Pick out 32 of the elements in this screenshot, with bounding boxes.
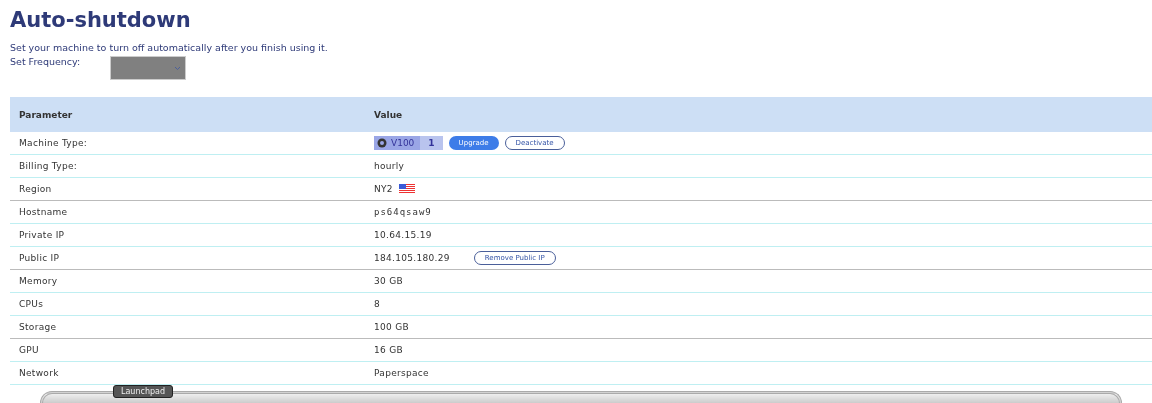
value-text: Paperspace [373, 368, 429, 378]
parameter-cell-text: Region [18, 184, 52, 194]
dock-tooltip: Launchpad [113, 385, 174, 398]
value-text: 10.64.15.19 [373, 230, 432, 240]
description-text: Set your machine to turn off automatically after you finish using it. [10, 42, 328, 53]
chevron-down-icon [174, 65, 182, 71]
flag-icon [398, 184, 415, 194]
parameter-cell-text: Billing Type: [18, 161, 78, 171]
parameter-cell-text: Memory [18, 276, 58, 286]
parameter-cell-text: Network [18, 368, 59, 378]
value-text: 16 GB [373, 345, 403, 355]
machine-count: 1 [427, 138, 436, 148]
parameter-cell-text: Machine Type: [18, 138, 88, 148]
machine-name: V100 [391, 138, 415, 148]
parameter-cell-text: Private IP [18, 230, 65, 240]
page-title: Auto-shutdown [10, 8, 191, 32]
parameter-cell-text: Storage [18, 322, 57, 332]
column-header: Parameter [18, 109, 73, 120]
parameter-cell-text: Public IP [18, 253, 60, 263]
value-text: NY2 [374, 184, 393, 194]
value-text: ps64qsaw9 [373, 207, 432, 217]
value-text: 30 GB [373, 276, 403, 286]
column-header: Value [373, 109, 403, 120]
value-text: 100 GB [373, 322, 409, 332]
value-text: 8 [373, 299, 381, 309]
frequency-select[interactable] [110, 56, 187, 80]
value-text: 184.105.180.29 [374, 253, 450, 263]
frequency-label: Set Frequency: [10, 56, 81, 67]
value-text: hourly [373, 161, 405, 171]
parameter-cell-text: GPU [18, 345, 39, 355]
parameter-cell-text: CPUs [18, 299, 44, 309]
parameter-cell-text: Hostname [18, 207, 68, 217]
